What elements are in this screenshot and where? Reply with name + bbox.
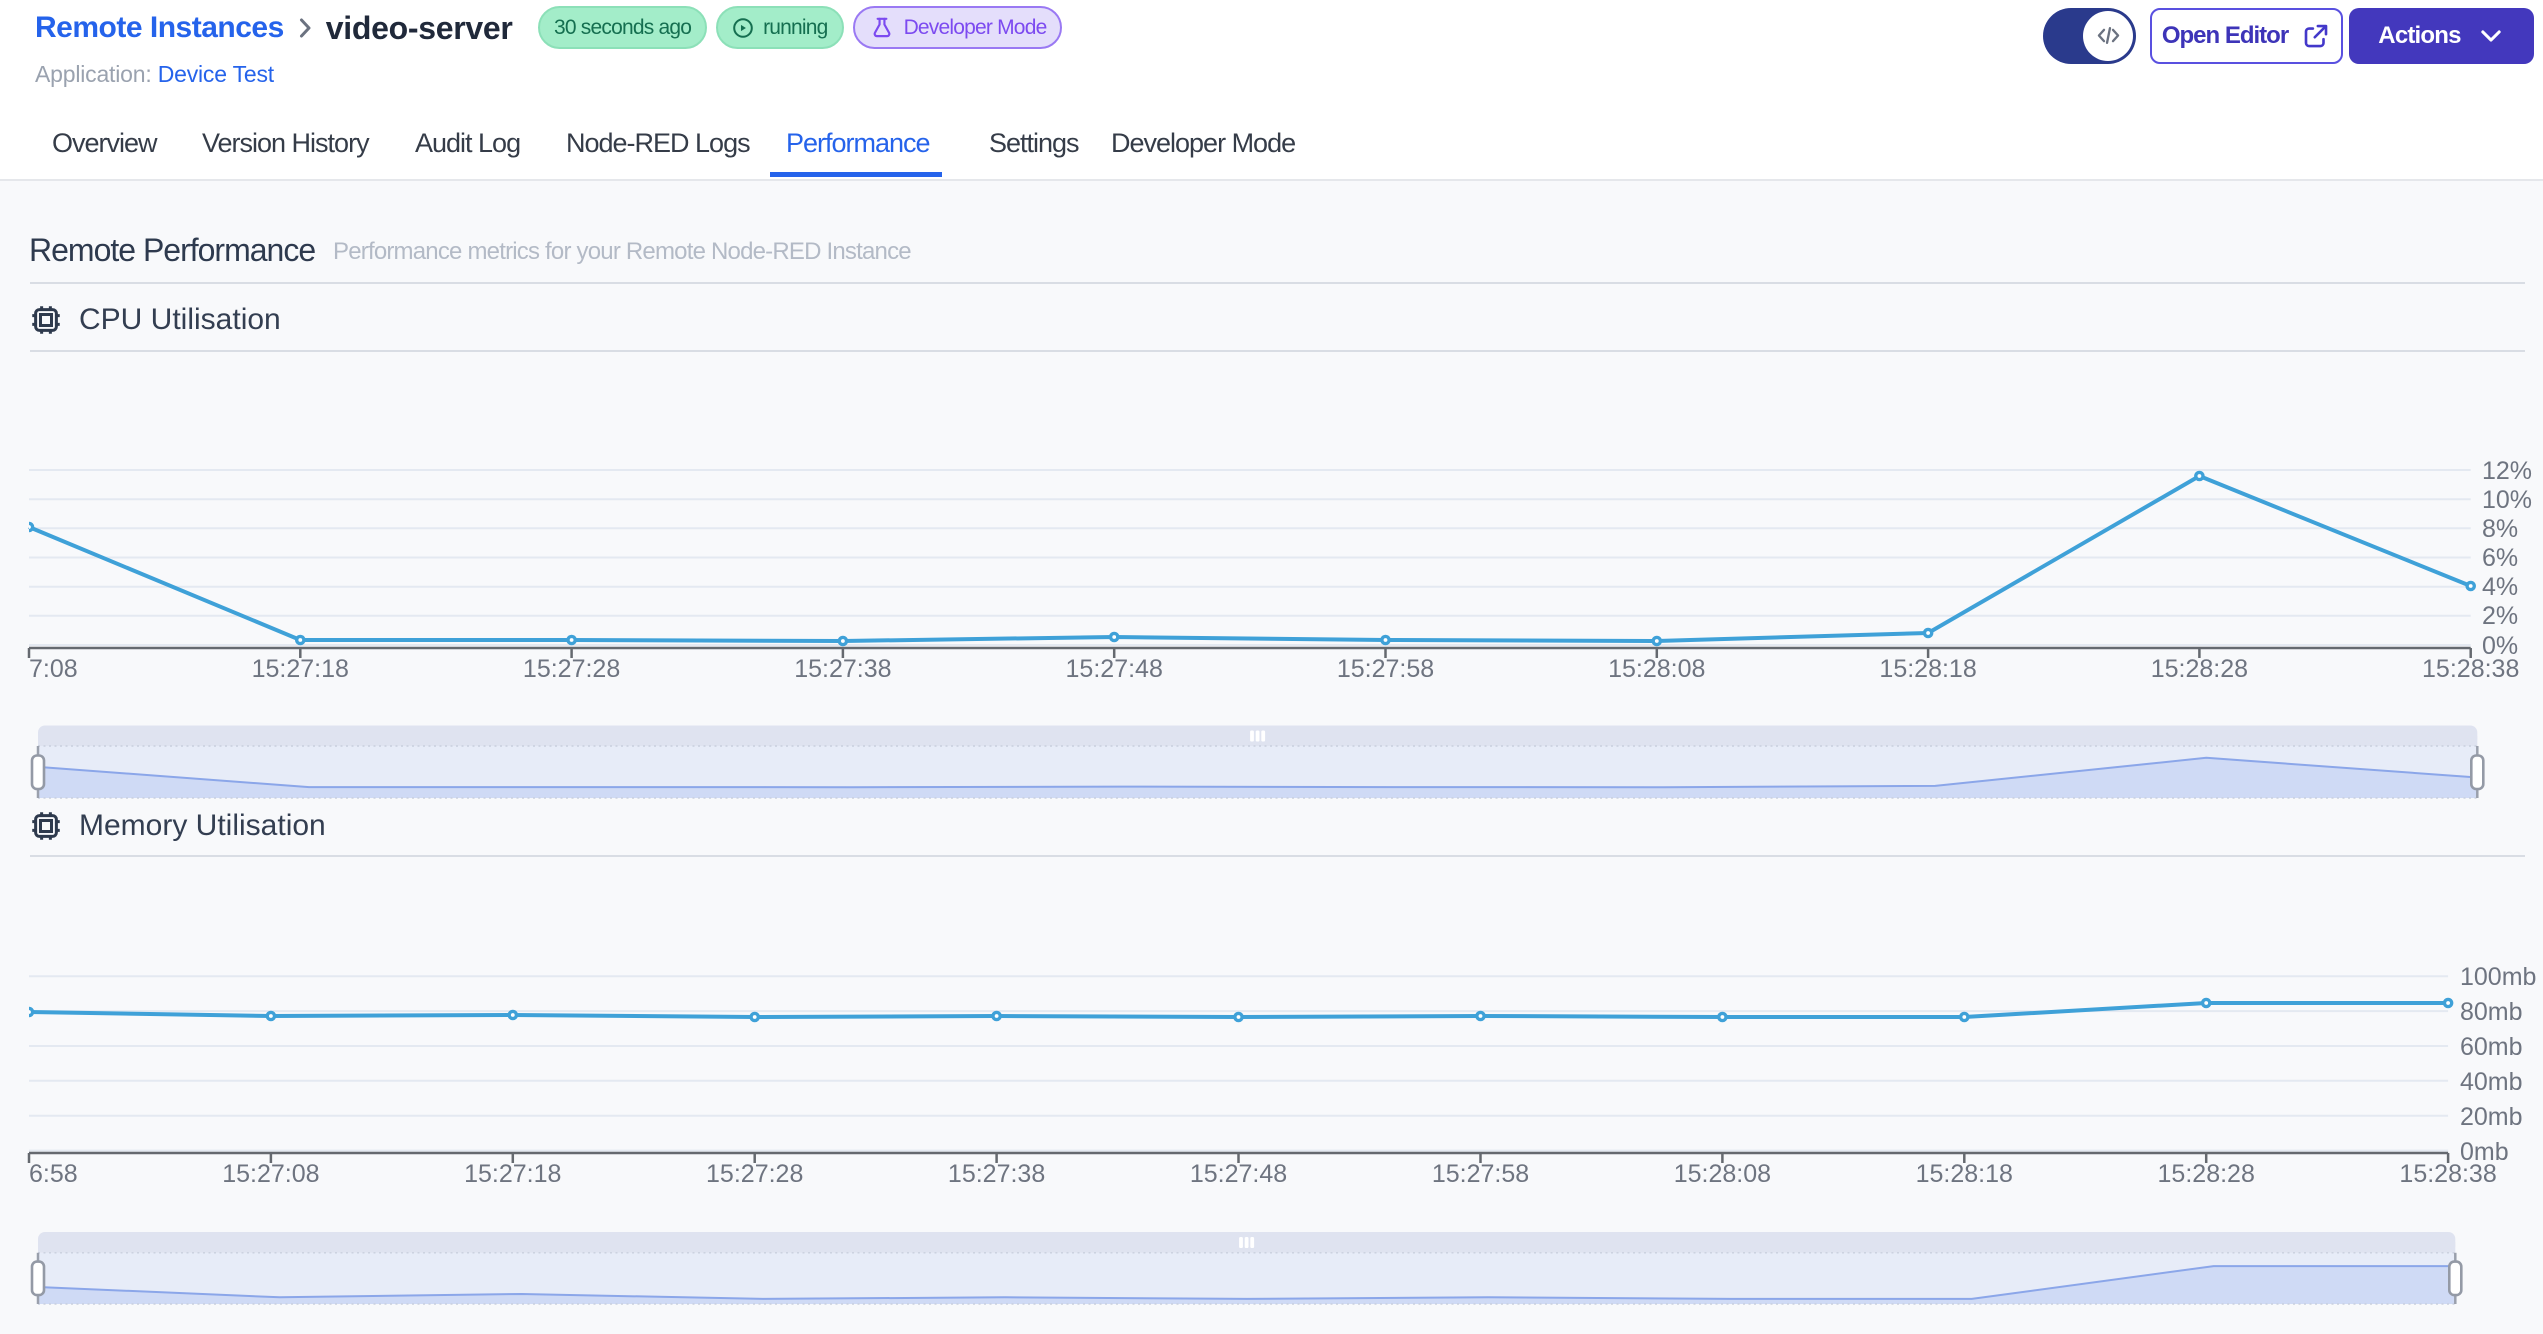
svg-text:15:27:48: 15:27:48 [1190, 1160, 1287, 1188]
svg-text:15:27:28: 15:27:28 [523, 655, 620, 683]
svg-text:20mb: 20mb [2460, 1103, 2523, 1131]
svg-text:15:27:18: 15:27:18 [252, 655, 349, 683]
svg-text:15:28:38: 15:28:38 [2399, 1160, 2496, 1188]
svg-text:10%: 10% [2482, 486, 2532, 514]
svg-text:4%: 4% [2482, 573, 2518, 601]
svg-text:15:28:18: 15:28:18 [1879, 655, 1976, 683]
svg-text:15:28:38: 15:28:38 [2422, 655, 2519, 683]
svg-text:15:28:08: 15:28:08 [1608, 655, 1705, 683]
svg-text:15:27:38: 15:27:38 [794, 655, 891, 683]
svg-text:40mb: 40mb [2460, 1068, 2523, 1096]
svg-text:6:58: 6:58 [29, 1160, 78, 1188]
svg-text:2%: 2% [2482, 602, 2518, 630]
svg-text:15:28:28: 15:28:28 [2158, 1160, 2255, 1188]
svg-text:15:28:08: 15:28:08 [1674, 1160, 1771, 1188]
svg-text:15:27:18: 15:27:18 [464, 1160, 561, 1188]
svg-text:100mb: 100mb [2460, 963, 2536, 991]
svg-text:8%: 8% [2482, 515, 2518, 543]
svg-text:12%: 12% [2482, 457, 2532, 485]
svg-text:6%: 6% [2482, 544, 2518, 572]
svg-text:15:27:28: 15:27:28 [706, 1160, 803, 1188]
svg-text:15:27:48: 15:27:48 [1066, 655, 1163, 683]
svg-text:15:27:58: 15:27:58 [1432, 1160, 1529, 1188]
svg-text:15:27:38: 15:27:38 [948, 1160, 1045, 1188]
svg-text:15:27:58: 15:27:58 [1337, 655, 1434, 683]
svg-text:15:27:08: 15:27:08 [222, 1160, 319, 1188]
svg-text:15:28:18: 15:28:18 [1916, 1160, 2013, 1188]
svg-text:80mb: 80mb [2460, 998, 2523, 1026]
svg-text:60mb: 60mb [2460, 1033, 2523, 1061]
svg-text:7:08: 7:08 [29, 655, 78, 683]
svg-text:15:28:28: 15:28:28 [2151, 655, 2248, 683]
